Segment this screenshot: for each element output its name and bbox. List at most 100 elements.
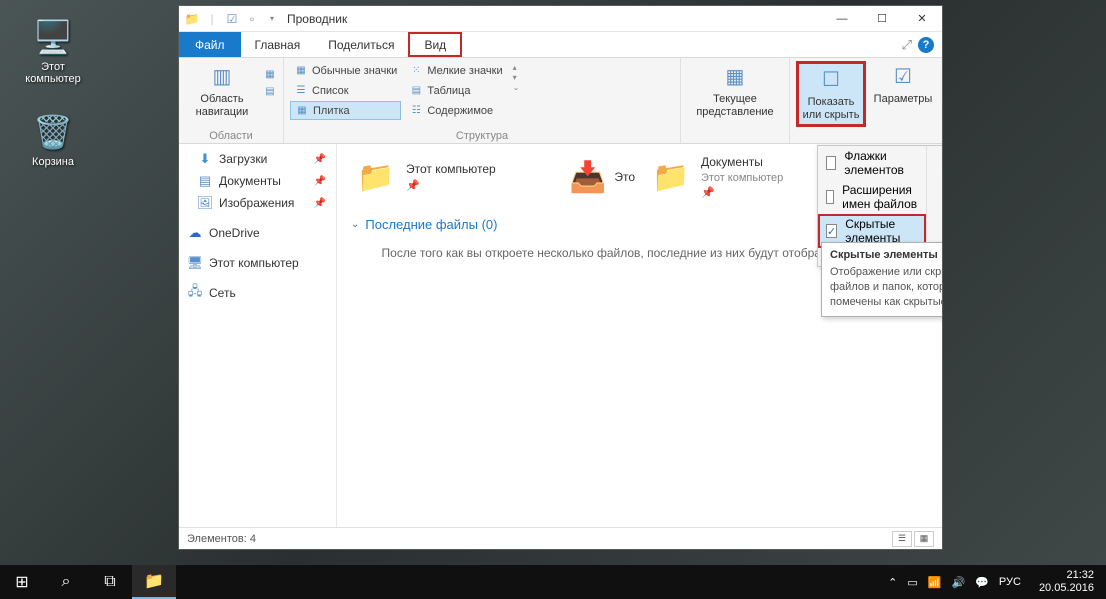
- ribbon-pin-icon[interactable]: ⤢: [902, 37, 912, 53]
- current-view-button[interactable]: ▦ Текущее представление: [687, 61, 783, 121]
- checkbox-unchecked[interactable]: [826, 156, 836, 170]
- ribbon-group-label: Структура: [290, 128, 674, 142]
- preview-pane-icon[interactable]: ▦: [263, 67, 277, 81]
- layout-normal-icons[interactable]: ▦Обычные значки: [290, 61, 401, 80]
- explorer-window: 📁 | ☑ ▫ ▾ Проводник — ☐ ✕ Файл Главная П…: [178, 5, 943, 550]
- popup-item-checkboxes[interactable]: Флажки элементов: [818, 146, 926, 180]
- sidebar-item-downloads[interactable]: ⬇Загрузки📌: [179, 148, 336, 170]
- menu-help-area: ⤢ ?: [902, 32, 942, 57]
- checkbox-unchecked[interactable]: [826, 190, 834, 204]
- menu-view[interactable]: Вид: [408, 32, 462, 57]
- clock-time: 21:32: [1039, 569, 1094, 582]
- onedrive-icon: ☁: [187, 225, 203, 241]
- params-button[interactable]: ☑ Параметры: [870, 61, 936, 108]
- sidebar-item-pictures[interactable]: 🖼Изображения📌: [179, 192, 336, 214]
- computer-icon: 🖥: [187, 255, 203, 271]
- pin-icon: 📌: [314, 154, 326, 165]
- sidebar-item-documents[interactable]: ▤Документы📌: [179, 170, 336, 192]
- help-icon[interactable]: ?: [918, 37, 934, 53]
- show-hide-button[interactable]: ☐ Показать или скрыть: [796, 61, 866, 127]
- content-icon: ☷: [409, 104, 423, 118]
- layout-list[interactable]: ☰Список: [290, 81, 401, 100]
- view-details-button[interactable]: ☰: [892, 531, 912, 547]
- qat-properties-icon[interactable]: ☑: [223, 10, 241, 28]
- documents-icon: ▤: [197, 173, 213, 189]
- qat-dropdown-icon[interactable]: ▾: [263, 10, 281, 28]
- ribbon-group-layout: ▦Обычные значки ☰Список ▦Плитка ⁙Мелкие …: [284, 58, 681, 143]
- qat-new-icon[interactable]: ▫: [243, 10, 261, 28]
- task-view-button[interactable]: ⧉: [88, 565, 132, 599]
- checkbox-checked[interactable]: ✓: [826, 224, 837, 238]
- params-icon: ☑: [889, 63, 917, 91]
- pin-icon: 📌: [314, 198, 326, 209]
- popup-hide-selected[interactable]: ▢ Скрыть выбранные элементы: [926, 146, 942, 248]
- download-icon: ⬇: [197, 151, 213, 167]
- layout-expand[interactable]: ⌄: [513, 83, 520, 92]
- explorer-icon: 📁: [183, 10, 201, 28]
- ribbon-group-show-hide: ☐ Показать или скрыть ☑ Параметры: [790, 58, 942, 143]
- tooltip-title: Скрытые элементы: [830, 249, 942, 261]
- taskbar-explorer[interactable]: 📁: [132, 565, 176, 599]
- details-pane-icon[interactable]: ▤: [263, 84, 277, 98]
- tray-up-icon[interactable]: ⌃: [888, 576, 897, 589]
- network-icon: 🖧: [187, 285, 203, 301]
- volume-icon[interactable]: 🔊: [952, 576, 966, 589]
- layout-small-icons[interactable]: ⁙Мелкие значки: [405, 61, 506, 80]
- menu-home[interactable]: Главная: [241, 32, 315, 57]
- sidebar-item-onedrive[interactable]: ☁OneDrive: [179, 222, 336, 244]
- view-icons-button[interactable]: ▦: [914, 531, 934, 547]
- qat-separator: |: [203, 10, 221, 28]
- menu-file[interactable]: Файл: [179, 32, 241, 57]
- layout-scroll-down[interactable]: ▾: [513, 73, 520, 82]
- start-button[interactable]: ⊞: [0, 565, 44, 599]
- current-view-label: Текущее представление: [689, 93, 781, 119]
- layout-tiles[interactable]: ▦Плитка: [290, 101, 401, 120]
- ribbon: ▥ Область навигации ▦ ▤ Области ▦Обычные…: [179, 58, 942, 144]
- computer-icon: 🖥️: [31, 15, 75, 59]
- folder-documents-icon: 📁: [649, 158, 693, 198]
- system-tray: ⌃ ▭ 📶 🔊 💬 РУС 21:32 20.05.2016: [888, 569, 1106, 595]
- battery-icon[interactable]: ▭: [907, 576, 917, 589]
- sidebar-item-network[interactable]: 🖧Сеть: [179, 282, 336, 304]
- nav-pane-icon: ▥: [208, 63, 236, 91]
- ribbon-group-current-view: ▦ Текущее представление: [681, 58, 790, 143]
- layout-content[interactable]: ☷Содержимое: [405, 101, 506, 120]
- status-item-count: Элементов: 4: [187, 533, 256, 545]
- notifications-icon[interactable]: 💬: [975, 576, 989, 589]
- statusbar-views: ☰ ▦: [892, 531, 934, 547]
- titlebar[interactable]: 📁 | ☑ ▫ ▾ Проводник — ☐ ✕: [179, 6, 942, 32]
- tile-documents[interactable]: 📁 ДокументыЭтот компьютер📌: [646, 152, 841, 203]
- statusbar: Элементов: 4 ☰ ▦: [179, 527, 942, 549]
- tile-folder-partial[interactable]: 📥 Это: [566, 152, 626, 203]
- desktop-icon-trash[interactable]: 🗑️ Корзина: [18, 110, 88, 168]
- network-tray-icon[interactable]: 📶: [928, 576, 942, 589]
- ribbon-group-label: [687, 128, 783, 142]
- trash-icon: 🗑️: [31, 110, 75, 154]
- window-title: Проводник: [281, 12, 822, 26]
- close-button[interactable]: ✕: [902, 6, 942, 32]
- minimize-button[interactable]: —: [822, 6, 862, 32]
- folder-icon: 📁: [354, 158, 398, 198]
- sidebar-item-this-pc[interactable]: 🖥Этот компьютер: [179, 252, 336, 274]
- ribbon-group-label: Области: [185, 128, 277, 142]
- language-indicator[interactable]: РУС: [999, 576, 1021, 588]
- table-icon: ▤: [409, 84, 423, 98]
- layout-table[interactable]: ▤Таблица: [405, 81, 506, 100]
- current-view-icon: ▦: [721, 63, 749, 91]
- clock[interactable]: 21:32 20.05.2016: [1031, 569, 1102, 595]
- desktop: 🖥️ Этот компьютер 🗑️ Корзина 📁 | ☑ ▫ ▾ П…: [0, 0, 1106, 599]
- layout-scroll-up[interactable]: ▴: [513, 63, 520, 72]
- search-button[interactable]: ⌕: [44, 565, 88, 599]
- main-panel: 📁 Этот компьютер📌 📥 Это 📁 ДокументыЭтот …: [337, 144, 942, 527]
- desktop-icon-label: Этот компьютер: [18, 61, 88, 85]
- icons-small-icon: ⁙: [409, 64, 423, 78]
- tiles-icon: ▦: [295, 104, 309, 118]
- popup-file-extensions[interactable]: Расширения имен файлов: [818, 180, 926, 214]
- desktop-icon-label: Корзина: [18, 156, 88, 168]
- nav-pane-button[interactable]: ▥ Область навигации: [185, 61, 259, 121]
- desktop-icon-computer[interactable]: 🖥️ Этот компьютер: [18, 15, 88, 85]
- menu-share[interactable]: Поделиться: [314, 32, 408, 57]
- maximize-button[interactable]: ☐: [862, 6, 902, 32]
- tile-folder[interactable]: 📁 Этот компьютер📌: [351, 152, 546, 203]
- icons-normal-icon: ▦: [294, 64, 308, 78]
